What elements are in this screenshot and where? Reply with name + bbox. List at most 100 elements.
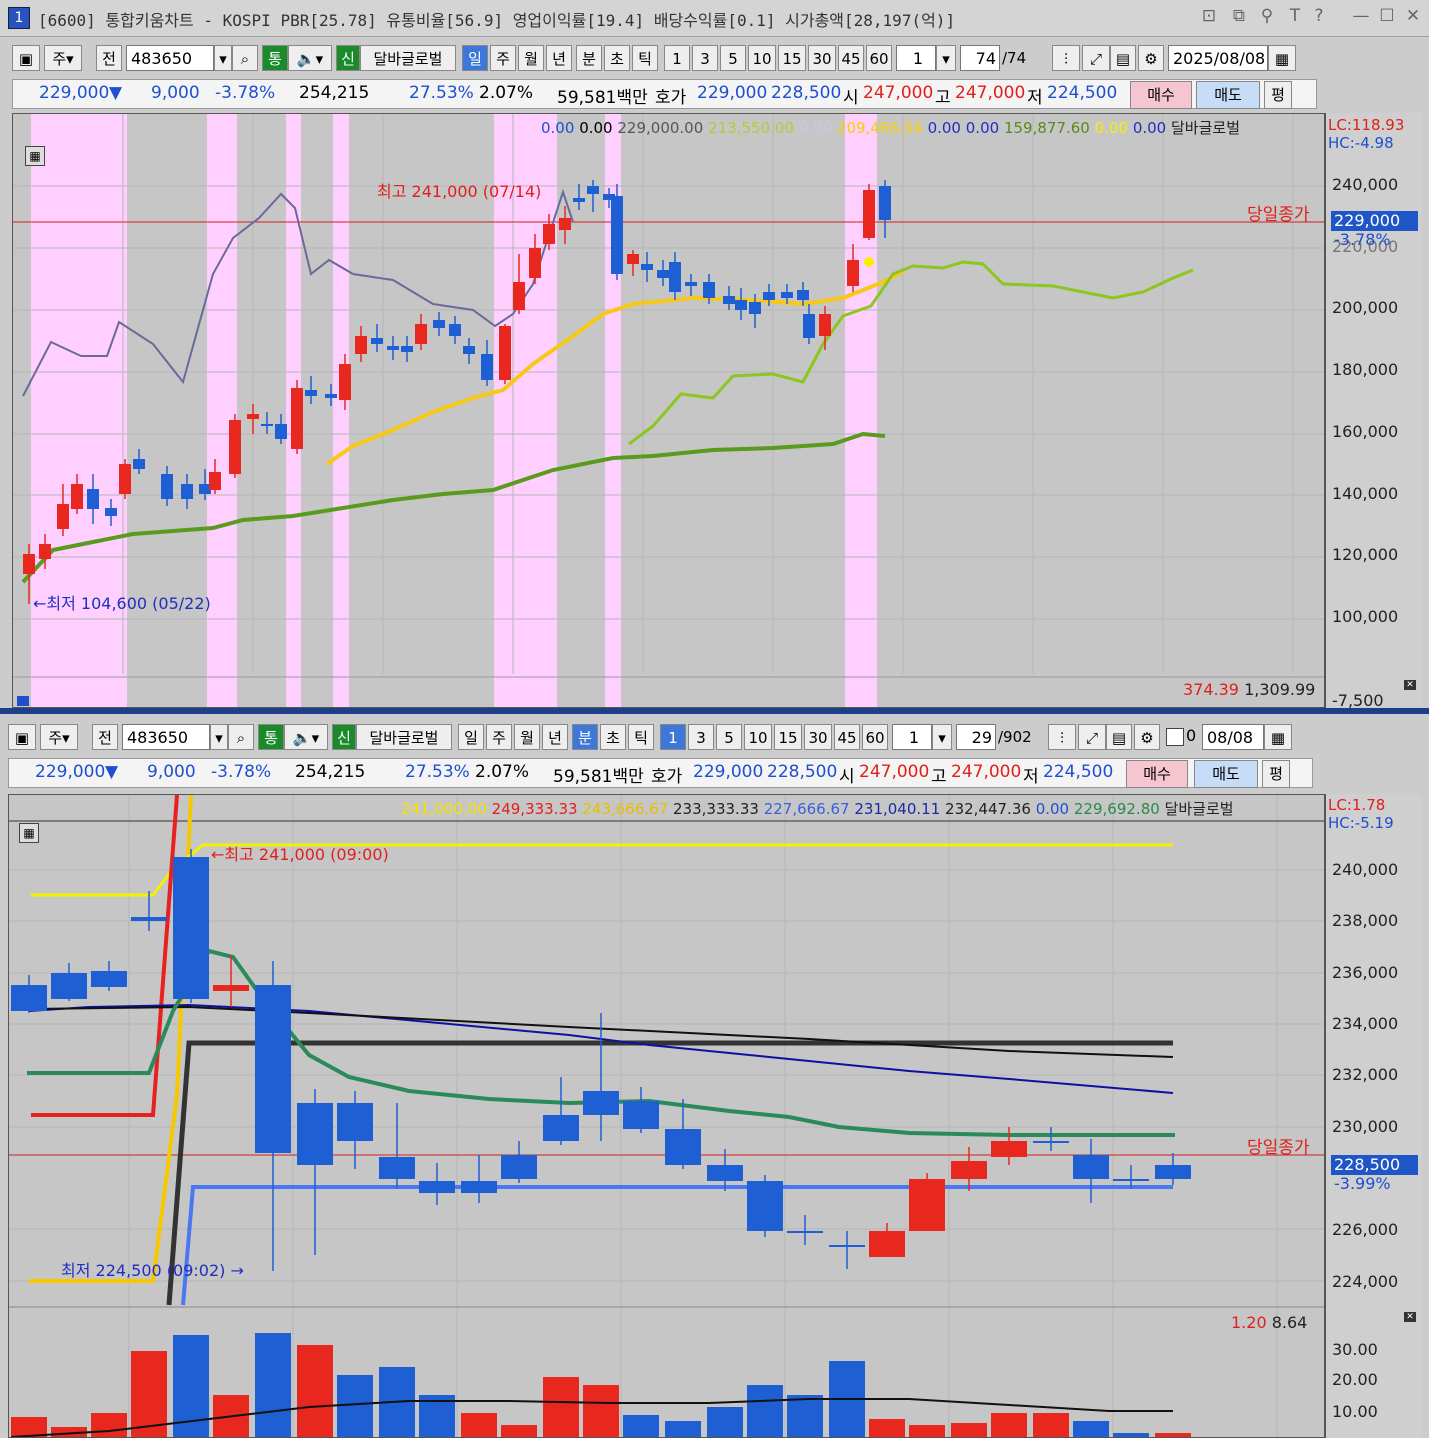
date-input[interactable]: 2025/08/08 xyxy=(1168,45,1268,71)
interval-15[interactable]: 15 xyxy=(774,724,802,750)
tong-button[interactable]: 통 xyxy=(262,45,288,71)
turnover: 2.07% xyxy=(475,762,530,782)
interval-5[interactable]: 5 xyxy=(716,724,742,750)
help-icon[interactable]: ? xyxy=(1308,6,1330,26)
period-tick[interactable]: 틱 xyxy=(632,45,658,71)
interval-5[interactable]: 5 xyxy=(720,45,746,71)
legend-stock: 달바글로벌 xyxy=(1171,119,1241,137)
maximize-icon[interactable]: ☐ xyxy=(1376,6,1398,26)
save-icon[interactable]: ▤ xyxy=(1106,724,1132,750)
period-tick[interactable]: 틱 xyxy=(628,724,654,750)
bar-count-input[interactable]: 74 xyxy=(960,45,1000,71)
avg-button[interactable]: 평 xyxy=(1264,81,1292,109)
panel-close-icon[interactable]: ✕ xyxy=(1404,1312,1416,1322)
stock-code-input[interactable]: 483650 xyxy=(122,724,210,750)
multiplier-dropdown-icon[interactable]: ▾ xyxy=(932,724,952,750)
interval-45[interactable]: 45 xyxy=(834,724,860,750)
period-month[interactable]: 월 xyxy=(514,724,540,750)
font-icon[interactable]: T xyxy=(1284,6,1306,26)
period-second[interactable]: 초 xyxy=(604,45,630,71)
low-price: 224,500 xyxy=(1043,762,1114,782)
period-day[interactable]: 일 xyxy=(458,724,484,750)
volume-bar xyxy=(297,1345,333,1437)
candlestick xyxy=(291,388,303,449)
compare-checkbox[interactable] xyxy=(1166,728,1184,746)
stock-name[interactable]: 달바글로벌 xyxy=(356,724,452,750)
calendar-icon[interactable]: ▦ xyxy=(1268,45,1296,71)
current-price-pct: -3.99% xyxy=(1334,1174,1391,1193)
calendar-icon[interactable]: ▦ xyxy=(1264,724,1292,750)
multiplier-input[interactable]: 1 xyxy=(892,724,932,750)
interval-15[interactable]: 15 xyxy=(778,45,806,71)
prev-button[interactable]: 전 xyxy=(92,724,118,750)
interval-45[interactable]: 45 xyxy=(838,45,864,71)
market-select[interactable]: 주▾ xyxy=(40,724,78,750)
candle-type-icon[interactable]: ⫶ xyxy=(1048,724,1076,750)
interval-10[interactable]: 10 xyxy=(748,45,776,71)
avg-button[interactable]: 평 xyxy=(1262,760,1290,788)
period-second[interactable]: 초 xyxy=(600,724,626,750)
period-day[interactable]: 일 xyxy=(462,45,488,71)
layout-icon[interactable]: ▣ xyxy=(12,45,40,71)
save-icon[interactable]: ▤ xyxy=(1110,45,1136,71)
volume: 254,215 xyxy=(299,83,370,103)
sound-icon[interactable]: 🔈▾ xyxy=(288,45,332,71)
minimize-icon[interactable]: — xyxy=(1350,6,1372,26)
multiplier-dropdown-icon[interactable]: ▾ xyxy=(936,45,956,71)
multiplier-input[interactable]: 1 xyxy=(896,45,936,71)
stock-name[interactable]: 달바글로벌 xyxy=(360,45,456,71)
daily-chart-canvas[interactable] xyxy=(13,114,1325,708)
layout-icon[interactable]: ▣ xyxy=(8,724,36,750)
trend-tool-icon[interactable]: ⤢ xyxy=(1082,45,1110,71)
sell-button[interactable]: 매도 xyxy=(1196,81,1260,109)
copy-window-icon[interactable]: ⧉ xyxy=(1228,6,1250,26)
interval-10[interactable]: 10 xyxy=(744,724,772,750)
stock-code-input[interactable]: 483650 xyxy=(126,45,214,71)
open-price: 247,000 xyxy=(863,83,934,103)
interval-30[interactable]: 30 xyxy=(808,45,836,71)
interval-3[interactable]: 3 xyxy=(688,724,714,750)
minute-chart-canvas[interactable] xyxy=(9,795,1325,1438)
search-icon[interactable]: ⌕ xyxy=(228,724,254,750)
tong-button[interactable]: 통 xyxy=(258,724,284,750)
interval-60[interactable]: 60 xyxy=(866,45,892,71)
minute-chart[interactable]: ▦ 241,000.00 249,333.33 243,666.67 233,3… xyxy=(8,794,1325,1438)
interval-3[interactable]: 3 xyxy=(692,45,718,71)
search-icon[interactable]: ⌕ xyxy=(232,45,258,71)
sound-icon[interactable]: 🔈▾ xyxy=(284,724,328,750)
period-year[interactable]: 년 xyxy=(546,45,572,71)
pin-icon[interactable]: ⚲ xyxy=(1256,6,1278,26)
credit-button[interactable]: 신 xyxy=(336,45,360,71)
period-minute[interactable]: 분 xyxy=(576,45,602,71)
candlestick xyxy=(173,857,209,999)
daily-chart[interactable]: ▦ 0.00 0.00 229,000.00 213,550.00 0.00 2… xyxy=(12,113,1325,708)
period-minute[interactable]: 분 xyxy=(572,724,598,750)
interval-30[interactable]: 30 xyxy=(804,724,832,750)
period-week[interactable]: 주 xyxy=(490,45,516,71)
candle-type-icon[interactable]: ⫶ xyxy=(1052,45,1080,71)
buy-button[interactable]: 매수 xyxy=(1126,760,1188,788)
interval-1[interactable]: 1 xyxy=(664,45,690,71)
sell-button[interactable]: 매도 xyxy=(1194,760,1258,788)
code-dropdown-icon[interactable]: ▾ xyxy=(214,45,232,71)
restore-layout-icon[interactable]: ⊡ xyxy=(1198,6,1220,26)
settings-gear-icon[interactable]: ⚙ xyxy=(1138,45,1164,71)
grid-toggle-icon[interactable]: ▦ xyxy=(19,823,39,843)
period-month[interactable]: 월 xyxy=(518,45,544,71)
market-select[interactable]: 주▾ xyxy=(44,45,82,71)
interval-60[interactable]: 60 xyxy=(862,724,888,750)
date-input[interactable]: 08/08 xyxy=(1202,724,1264,750)
trend-tool-icon[interactable]: ⤢ xyxy=(1078,724,1106,750)
period-year[interactable]: 년 xyxy=(542,724,568,750)
code-dropdown-icon[interactable]: ▾ xyxy=(210,724,228,750)
grid-toggle-icon[interactable]: ▦ xyxy=(25,146,45,166)
buy-button[interactable]: 매수 xyxy=(1130,81,1192,109)
period-week[interactable]: 주 xyxy=(486,724,512,750)
panel-close-icon[interactable]: ✕ xyxy=(1404,680,1416,690)
prev-button[interactable]: 전 xyxy=(96,45,122,71)
bar-count-input[interactable]: 29 xyxy=(956,724,996,750)
settings-gear-icon[interactable]: ⚙ xyxy=(1134,724,1160,750)
interval-1[interactable]: 1 xyxy=(660,724,686,750)
credit-button[interactable]: 신 xyxy=(332,724,356,750)
close-icon[interactable]: ✕ xyxy=(1402,6,1424,26)
